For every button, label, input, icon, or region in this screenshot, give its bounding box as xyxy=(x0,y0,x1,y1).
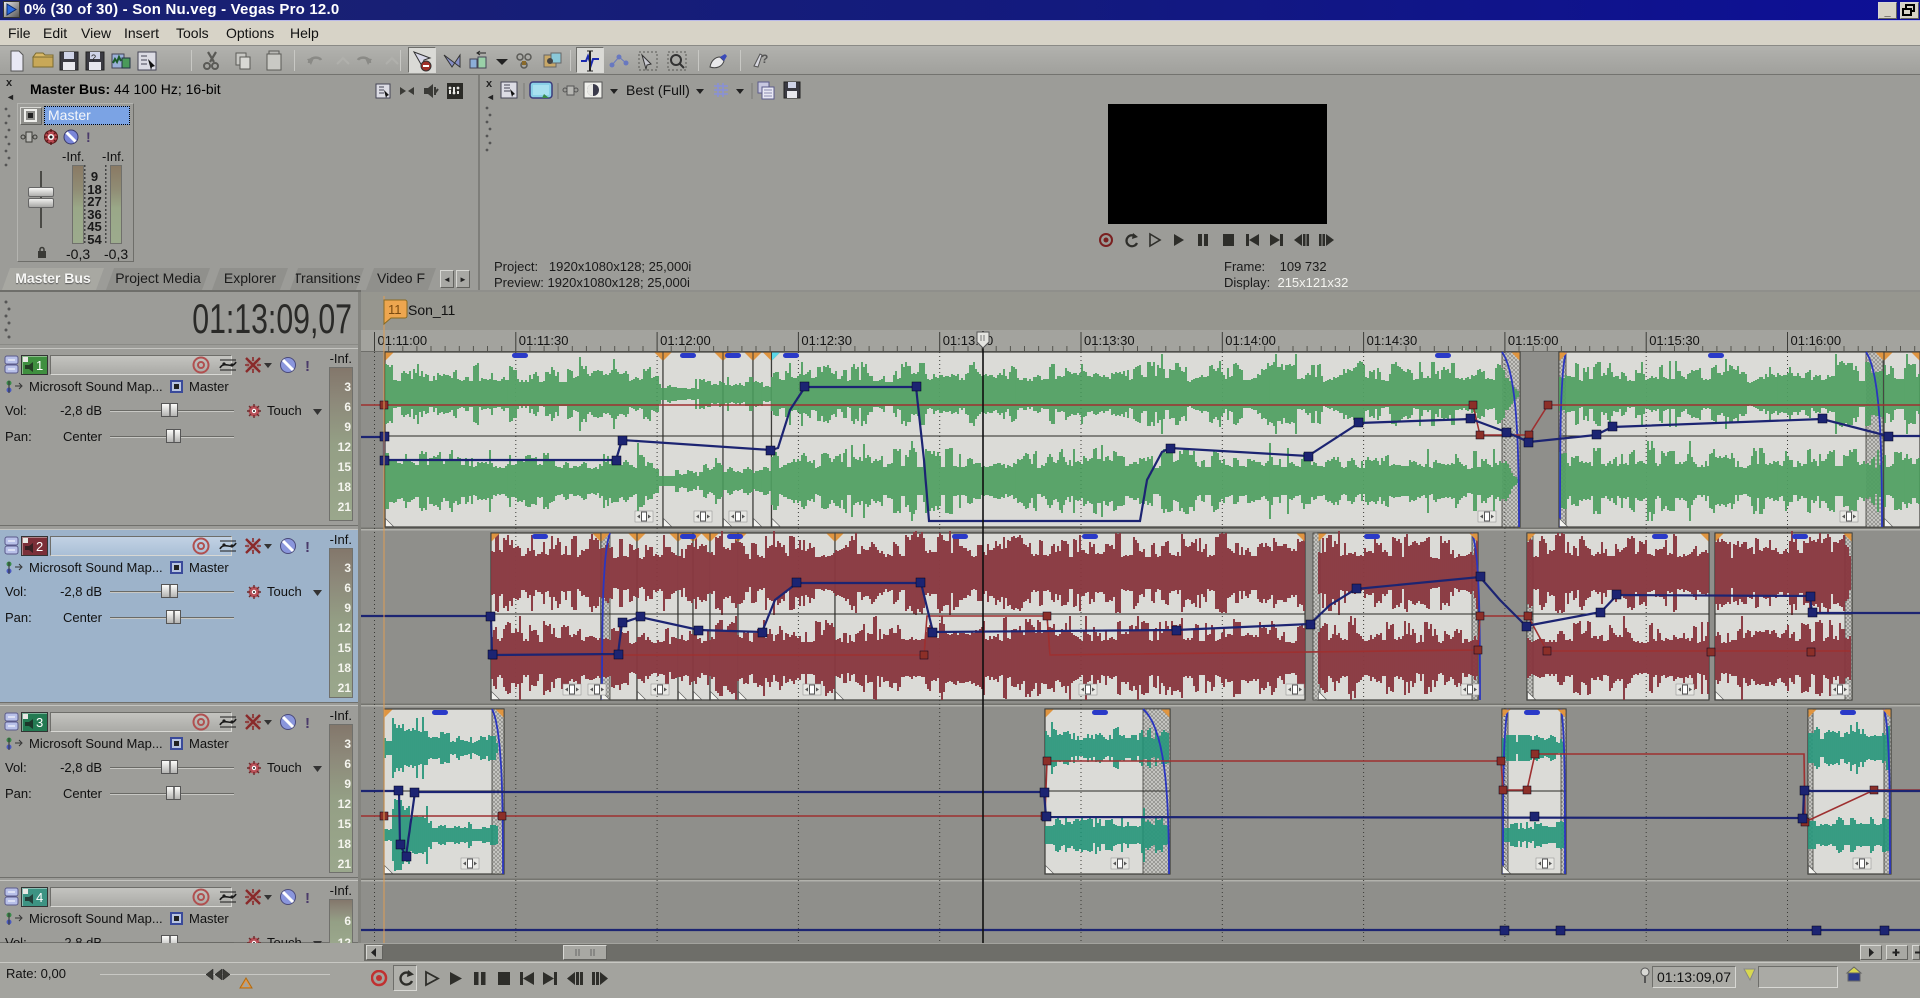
svg-text:01:13:30: 01:13:30 xyxy=(1084,333,1135,348)
svg-text:?: ? xyxy=(761,52,768,66)
svg-text:!: ! xyxy=(305,890,310,907)
svg-text:01:14:30: 01:14:30 xyxy=(1367,333,1418,348)
svg-text:!: ! xyxy=(305,715,310,732)
svg-text:!: ! xyxy=(305,358,310,375)
svg-text:Son_11: Son_11 xyxy=(408,302,455,318)
svg-text:01:15:00: 01:15:00 xyxy=(1508,333,1559,348)
svg-text:?: ? xyxy=(91,53,96,63)
svg-text:11: 11 xyxy=(388,302,402,317)
svg-text:01:11:30: 01:11:30 xyxy=(519,333,569,348)
svg-text:01:15:30: 01:15:30 xyxy=(1649,333,1700,348)
svg-text:01:16:00: 01:16:00 xyxy=(1791,333,1842,348)
svg-text:01:14:00: 01:14:00 xyxy=(1225,333,1276,348)
svg-text:01:12:30: 01:12:30 xyxy=(801,333,852,348)
svg-text:!: ! xyxy=(305,539,310,556)
svg-text:01:11:00: 01:11:00 xyxy=(378,333,428,348)
svg-text:01:12:00: 01:12:00 xyxy=(660,333,711,348)
svg-text:Best (Full): Best (Full) xyxy=(626,82,690,98)
svg-text:!: ! xyxy=(86,129,91,145)
